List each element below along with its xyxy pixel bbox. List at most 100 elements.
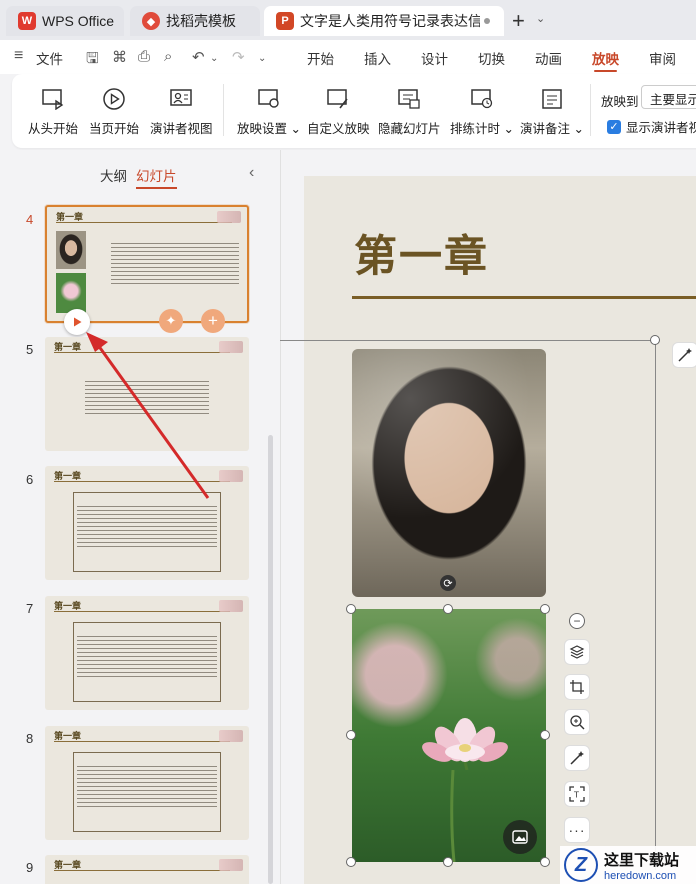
format-painter-icon[interactable]: ⌘ [112, 48, 127, 66]
collapse-panel-chevron-icon[interactable]: ‹ [249, 164, 254, 182]
collapse-toolbar-minus-icon[interactable]: − [569, 613, 585, 629]
slide-thumbnail-6[interactable]: 第一章 [45, 466, 249, 580]
slide-thumbnail-7[interactable]: 第一章 [45, 596, 249, 710]
magic-wand-icon: ✦ [165, 313, 177, 328]
menu-insert[interactable]: 插入 [364, 48, 391, 68]
speaker-notes-button[interactable]: 演讲备注 ⌄ [520, 86, 584, 137]
presenter-view-button[interactable]: 演讲者视图 [150, 86, 213, 137]
play-to-label: 放映到 [601, 95, 639, 109]
menu-home[interactable]: 开始 [307, 48, 334, 68]
menu-transitions[interactable]: 切换 [478, 48, 505, 68]
panel-scrollbar[interactable] [268, 435, 273, 884]
site-watermark: Z 这里下载站 heredown.com [560, 846, 696, 884]
slide-number: 5 [26, 342, 34, 357]
slide-thumbnail-4[interactable]: 第一章 [45, 205, 249, 323]
resize-handle[interactable] [540, 857, 550, 867]
hamburger-menu-icon[interactable]: ≡ [14, 47, 23, 65]
presentation-file-icon: P [276, 12, 294, 30]
slide-thumbnail-5[interactable]: 第一章 [45, 337, 249, 451]
ocr-extract-button[interactable]: T [564, 781, 590, 807]
tab-outline[interactable]: 大纲 [100, 165, 127, 185]
flower-decoration [219, 600, 243, 612]
smart-tool-button[interactable] [564, 745, 590, 771]
print-preview-icon[interactable]: ⌕ [164, 48, 172, 65]
resize-handle[interactable] [540, 604, 550, 614]
custom-slideshow-button[interactable]: 自定义放映 [307, 86, 370, 137]
rotate-handle-icon[interactable]: ⟳ [440, 575, 456, 591]
slideshow-settings-button[interactable]: 放映设置 ⌄ [237, 86, 301, 137]
resize-handle[interactable] [650, 335, 660, 345]
tab-current-document[interactable]: P 文字是人类用符号记录表达信息以 [264, 6, 504, 36]
tab-slides[interactable]: 幻灯片 [136, 165, 177, 189]
redo-icon[interactable]: ↷ [232, 48, 245, 66]
tab-docer-templates[interactable]: ◆ 找稻壳模板 [130, 6, 260, 36]
flower-decoration [219, 730, 243, 742]
title-rule [54, 870, 230, 871]
title-rule [54, 741, 230, 742]
layers-button[interactable] [564, 639, 590, 665]
print-icon[interactable]: ⎙ [138, 48, 150, 65]
watermark-logo-icon: Z [564, 848, 598, 882]
from-beginning-button[interactable]: 从头开始 [28, 86, 78, 137]
custom-show-icon [325, 86, 351, 112]
display-select[interactable]: 主要显示器 [641, 85, 696, 109]
undo-icon[interactable]: ↶ [192, 48, 205, 66]
from-current-button[interactable]: 当页开始 [89, 86, 139, 137]
body-text-lines [77, 636, 217, 680]
lotus-thumb [56, 273, 86, 313]
resize-handle[interactable] [346, 730, 356, 740]
menu-file[interactable]: 文件 [36, 48, 63, 68]
resize-handle[interactable] [540, 730, 550, 740]
quick-access-more-chevron-icon[interactable]: ⌄ [258, 53, 266, 64]
image-gallery-button[interactable] [503, 820, 537, 854]
menu-design[interactable]: 设计 [421, 48, 448, 68]
new-tab-plus-icon[interactable]: + [512, 8, 525, 34]
title-rule [54, 481, 230, 482]
resize-handle[interactable] [443, 604, 453, 614]
body-text-lines [111, 243, 239, 287]
slide-thumbnail-8[interactable]: 第一章 [45, 726, 249, 840]
wps-logo-icon: W [18, 12, 36, 30]
resize-handle[interactable] [346, 604, 356, 614]
flower-decoration [219, 341, 243, 353]
menu-animation[interactable]: 动画 [535, 48, 562, 68]
title-tab-bar: W WPS Office ◆ 找稻壳模板 P 文字是人类用符号记录表达信息以 +… [0, 0, 696, 40]
unsaved-dot-icon [484, 18, 490, 24]
zoom-in-button[interactable] [564, 709, 590, 735]
hide-slide-button[interactable]: 隐藏幻灯片 [378, 86, 441, 137]
resize-handle[interactable] [346, 857, 356, 867]
menu-slideshow[interactable]: 放映 [592, 48, 619, 72]
ribbon-separator [223, 84, 224, 136]
magic-wand-icon [570, 751, 584, 765]
crop-button[interactable] [564, 674, 590, 700]
save-icon[interactable]: 🖫 [86, 48, 99, 73]
floating-magic-button[interactable] [672, 342, 696, 368]
chevron-down-icon[interactable]: ⌄ [536, 12, 545, 25]
title-rule [56, 222, 232, 223]
zoom-in-icon [570, 715, 585, 730]
docer-icon: ◆ [142, 12, 160, 30]
menu-review[interactable]: 审阅 [649, 48, 676, 68]
slide-number: 7 [26, 601, 34, 616]
body-text-lines [77, 506, 217, 550]
smart-beautify-button[interactable]: ✦ [159, 309, 183, 333]
resize-handle[interactable] [443, 857, 453, 867]
play-from-slide-button[interactable] [64, 309, 90, 335]
slide-thumbnail-9[interactable]: 第一章 [45, 855, 249, 884]
layers-icon [569, 645, 585, 659]
slide-title[interactable]: 第一章 [354, 222, 489, 284]
lotus-flower-graphic [422, 718, 508, 770]
rehearse-timings-button[interactable]: 排练计时 ⌄ [450, 86, 514, 137]
flower-decoration [219, 470, 243, 482]
more-options-button[interactable]: ··· [564, 817, 590, 843]
tab-wps-office[interactable]: W WPS Office [6, 6, 124, 36]
play-icon [74, 317, 82, 327]
title-rule [352, 296, 696, 299]
show-presenter-view-checkbox[interactable]: ✓ 显示演讲者视图 [607, 117, 696, 136]
add-slide-button[interactable]: + [201, 309, 225, 333]
undo-dropdown-chevron-icon[interactable]: ⌄ [210, 53, 218, 64]
crop-icon [570, 680, 584, 694]
body-text-lines [85, 381, 209, 415]
hide-slide-icon [396, 86, 422, 112]
portrait-image[interactable] [352, 349, 546, 597]
